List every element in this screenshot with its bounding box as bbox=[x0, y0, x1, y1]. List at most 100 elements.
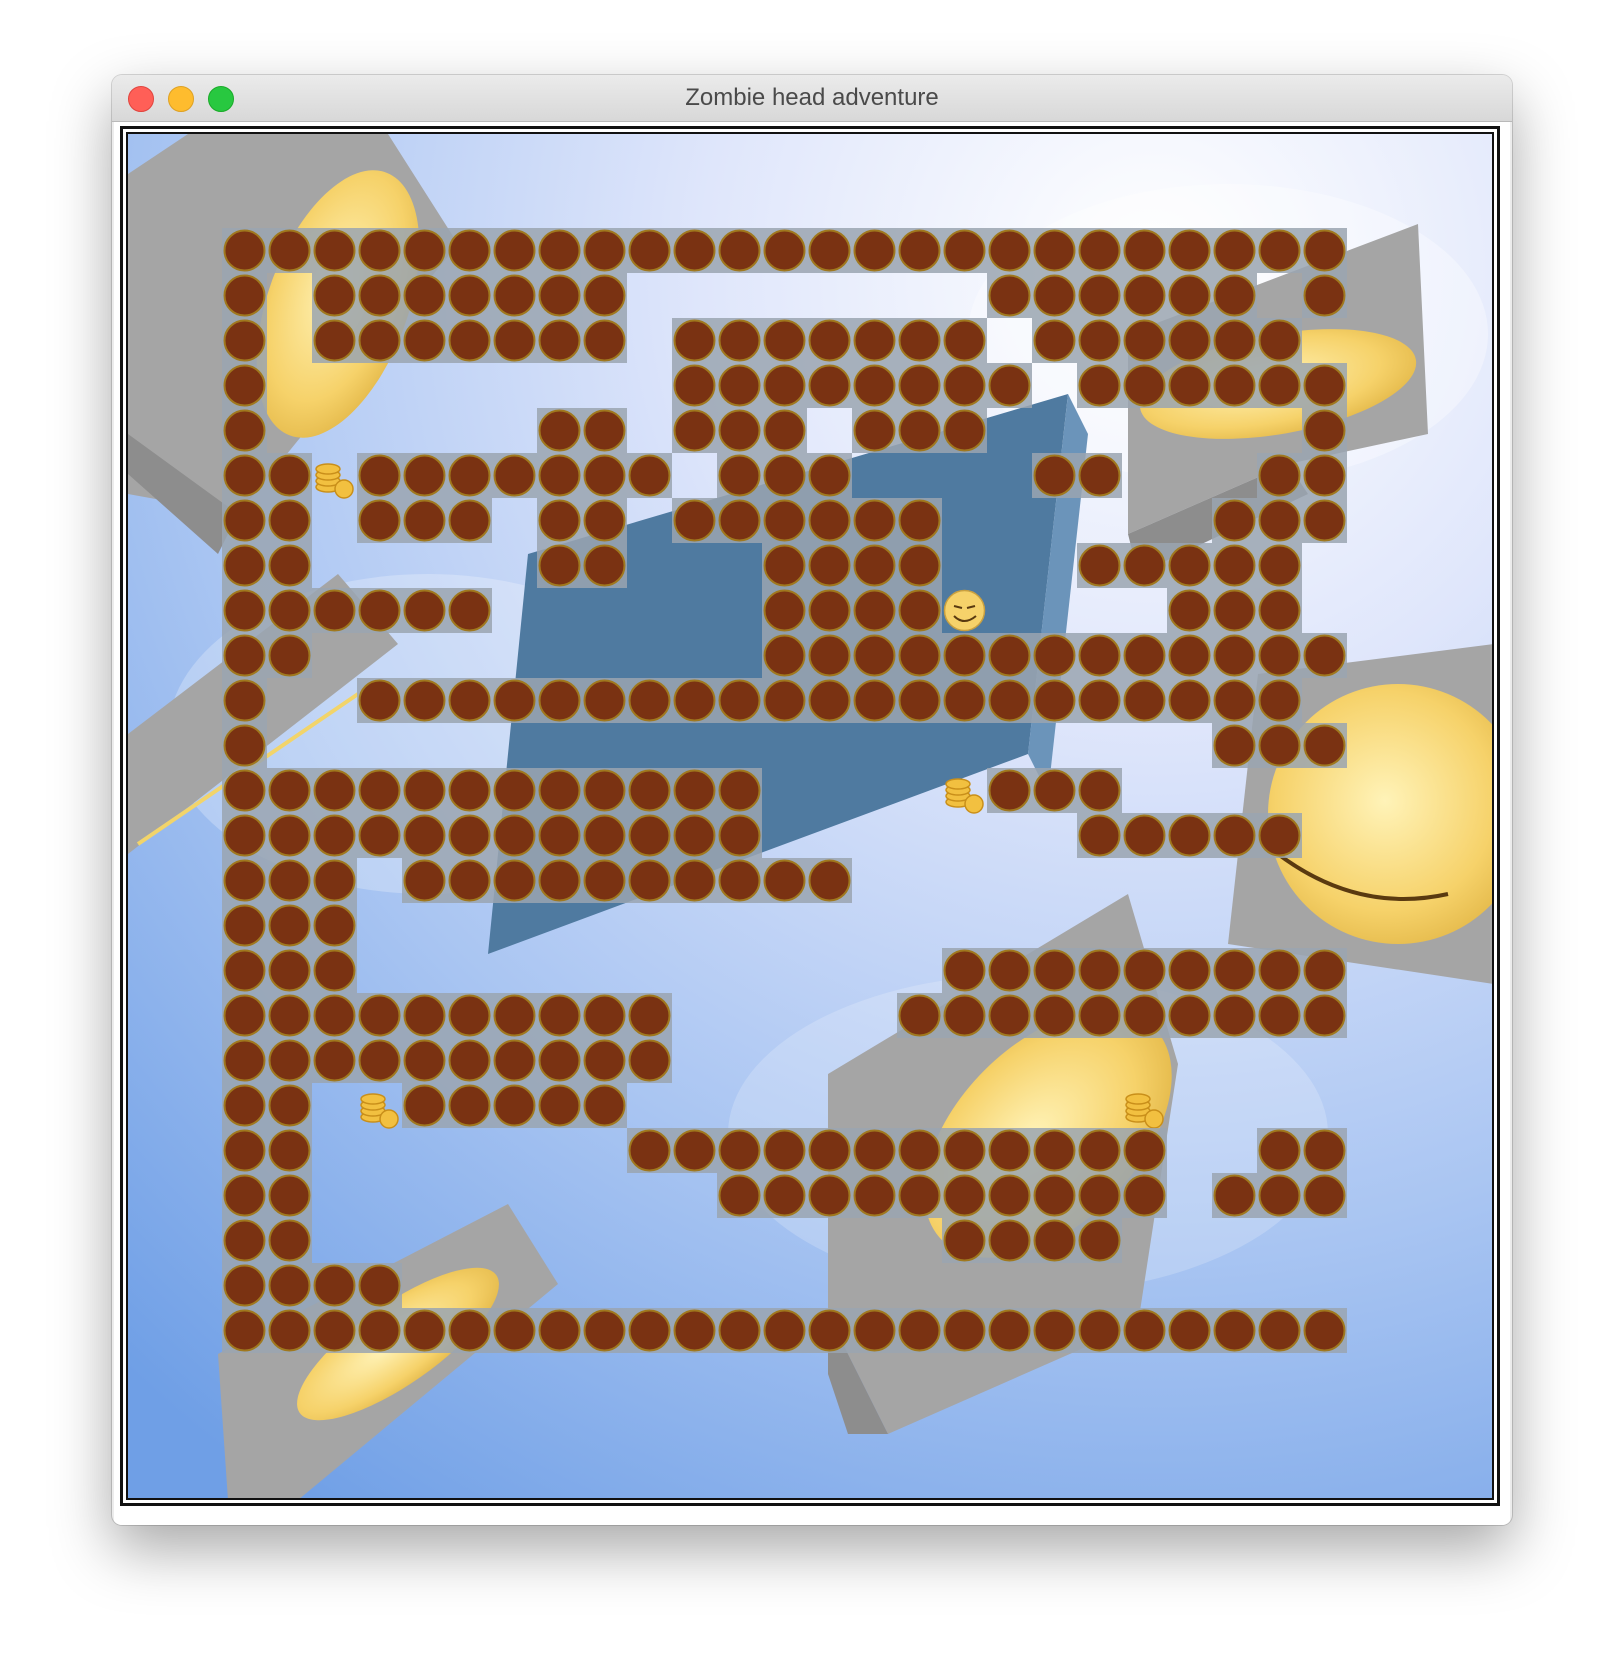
wall-block bbox=[1257, 813, 1302, 858]
wall-block bbox=[627, 678, 672, 723]
wall-block bbox=[357, 813, 402, 858]
wall-block bbox=[672, 1128, 717, 1173]
wall-block bbox=[402, 453, 447, 498]
wall-block bbox=[492, 858, 537, 903]
game-window: Zombie head adventure bbox=[112, 75, 1512, 1525]
wall-block bbox=[852, 588, 897, 633]
wall-block bbox=[1302, 453, 1347, 498]
wall-block bbox=[537, 228, 582, 273]
wall-block bbox=[717, 1128, 762, 1173]
wall-block bbox=[717, 858, 762, 903]
wall-block bbox=[762, 228, 807, 273]
wall-block bbox=[807, 318, 852, 363]
wall-block bbox=[222, 633, 267, 678]
wall-block bbox=[1212, 1173, 1257, 1218]
wall-block bbox=[1302, 1173, 1347, 1218]
wall-block bbox=[1212, 813, 1257, 858]
wall-block bbox=[1032, 228, 1077, 273]
wall-block bbox=[1122, 543, 1167, 588]
wall-block bbox=[222, 228, 267, 273]
wall-block bbox=[987, 768, 1032, 813]
wall-block bbox=[897, 228, 942, 273]
wall-block bbox=[1077, 363, 1122, 408]
wall-block bbox=[447, 318, 492, 363]
wall-block bbox=[312, 318, 357, 363]
wall-block bbox=[537, 1083, 582, 1128]
wall-block bbox=[537, 993, 582, 1038]
wall-block bbox=[1212, 723, 1257, 768]
wall-block bbox=[447, 588, 492, 633]
wall-block bbox=[222, 858, 267, 903]
wall-block bbox=[582, 543, 627, 588]
wall-block bbox=[717, 318, 762, 363]
wall-block bbox=[672, 228, 717, 273]
wall-block bbox=[1212, 228, 1257, 273]
wall-block bbox=[1302, 273, 1347, 318]
wall-block bbox=[987, 228, 1032, 273]
wall-block bbox=[1302, 498, 1347, 543]
zombie-head-player-icon[interactable] bbox=[943, 589, 986, 632]
wall-block bbox=[312, 1263, 357, 1308]
wall-block bbox=[1077, 318, 1122, 363]
wall-block bbox=[1257, 1173, 1302, 1218]
wall-block bbox=[357, 1038, 402, 1083]
wall-block bbox=[1212, 588, 1257, 633]
wall-block bbox=[1122, 633, 1167, 678]
wall-block bbox=[762, 408, 807, 453]
wall-block bbox=[357, 588, 402, 633]
wall-block bbox=[852, 228, 897, 273]
game-canvas[interactable] bbox=[128, 134, 1494, 1500]
wall-block bbox=[762, 543, 807, 588]
wall-block bbox=[1212, 993, 1257, 1038]
wall-block bbox=[627, 1038, 672, 1083]
wall-block bbox=[447, 813, 492, 858]
wall-block bbox=[267, 1263, 312, 1308]
wall-block bbox=[1212, 543, 1257, 588]
window-content bbox=[114, 122, 1510, 1525]
wall-block bbox=[402, 678, 447, 723]
game-viewport[interactable] bbox=[126, 132, 1494, 1500]
wall-block bbox=[807, 363, 852, 408]
wall-block bbox=[627, 228, 672, 273]
wall-block bbox=[1032, 993, 1077, 1038]
wall-block bbox=[582, 273, 627, 318]
wall-block bbox=[672, 363, 717, 408]
wall-block bbox=[987, 1128, 1032, 1173]
wall-block bbox=[672, 858, 717, 903]
wall-block bbox=[1257, 228, 1302, 273]
wall-block bbox=[807, 633, 852, 678]
wall-block bbox=[942, 1218, 987, 1263]
wall-block bbox=[582, 678, 627, 723]
wall-block bbox=[537, 273, 582, 318]
wall-block bbox=[1122, 1128, 1167, 1173]
wall-block bbox=[582, 318, 627, 363]
wall-block bbox=[852, 678, 897, 723]
wall-block bbox=[627, 993, 672, 1038]
wall-block bbox=[807, 1173, 852, 1218]
wall-block bbox=[1212, 678, 1257, 723]
wall-block bbox=[762, 1308, 807, 1353]
wall-block bbox=[357, 453, 402, 498]
wall-block bbox=[222, 1308, 267, 1353]
wall-block bbox=[402, 1083, 447, 1128]
wall-block bbox=[1122, 948, 1167, 993]
wall-block bbox=[1212, 363, 1257, 408]
title-bar[interactable]: Zombie head adventure bbox=[112, 75, 1512, 122]
wall-block bbox=[447, 1038, 492, 1083]
wall-block bbox=[582, 1083, 627, 1128]
wall-block bbox=[267, 543, 312, 588]
wall-block bbox=[807, 228, 852, 273]
wall-block bbox=[717, 408, 762, 453]
wall-block bbox=[312, 228, 357, 273]
wall-block bbox=[1257, 1308, 1302, 1353]
wall-block bbox=[537, 1038, 582, 1083]
wall-block bbox=[1257, 993, 1302, 1038]
wall-block bbox=[1077, 453, 1122, 498]
wall-block bbox=[717, 228, 762, 273]
wall-block bbox=[222, 903, 267, 948]
wall-block bbox=[357, 1308, 402, 1353]
wall-block bbox=[1302, 228, 1347, 273]
wall-block bbox=[762, 453, 807, 498]
wall-block bbox=[762, 498, 807, 543]
wall-block bbox=[1257, 498, 1302, 543]
